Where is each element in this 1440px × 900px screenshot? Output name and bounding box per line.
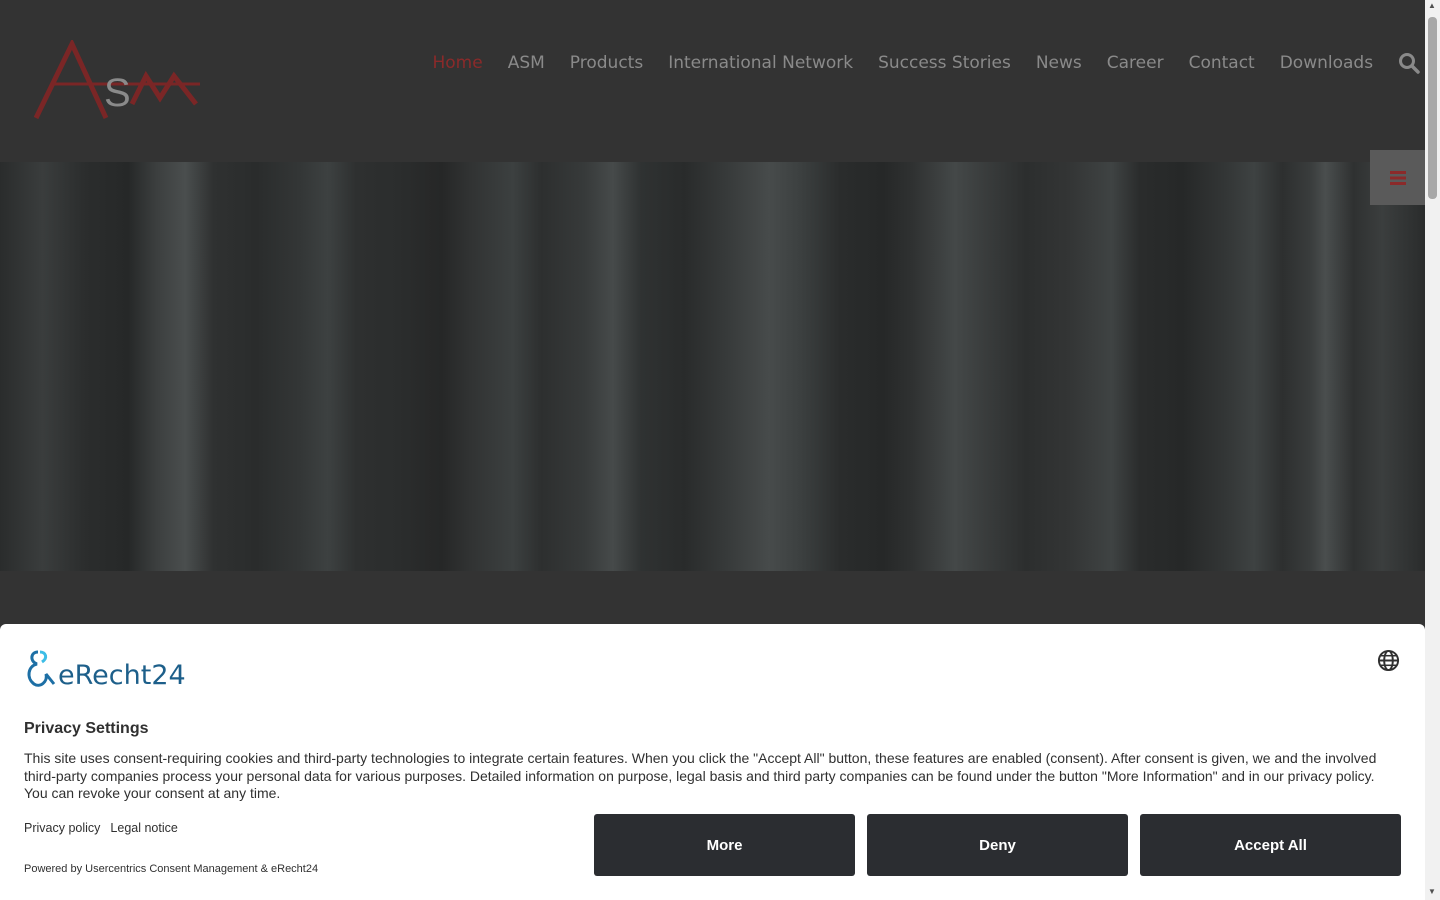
powered-by-text: Powered by Usercentrics Consent Manageme…: [24, 863, 319, 875]
consent-links: Privacy policy Legal notice: [24, 821, 188, 835]
more-button[interactable]: More: [594, 814, 855, 876]
hero-image: [0, 162, 1425, 571]
nav-downloads[interactable]: Downloads: [1280, 53, 1373, 73]
search-icon[interactable]: [1398, 52, 1420, 74]
scrollbar-thumb[interactable]: [1428, 17, 1437, 199]
consent-banner: eRecht24 Privacy Settings This site uses…: [0, 624, 1425, 900]
consent-text: This site uses consent-requiring cookies…: [24, 750, 1377, 801]
erecht24-logo: eRecht24: [27, 650, 186, 690]
consent-title: Privacy Settings: [24, 720, 149, 737]
nav-success-stories[interactable]: Success Stories: [878, 53, 1011, 73]
scroll-down-arrow-icon[interactable]: ▼: [1428, 888, 1436, 896]
page-scrollbar[interactable]: ▲ ▼: [1425, 0, 1440, 900]
nav-home[interactable]: Home: [433, 53, 483, 73]
nav-products[interactable]: Products: [570, 53, 643, 73]
side-menu-toggle[interactable]: [1370, 150, 1425, 205]
scroll-up-arrow-icon[interactable]: ▲: [1428, 2, 1436, 10]
nav-asm[interactable]: ASM: [508, 53, 545, 73]
nav-career[interactable]: Career: [1107, 53, 1164, 73]
svg-text:eRecht24: eRecht24: [58, 660, 186, 690]
privacy-policy-link[interactable]: Privacy policy: [24, 821, 100, 835]
nav-contact[interactable]: Contact: [1189, 53, 1255, 73]
page: S Home ASM Products International Networ…: [0, 0, 1425, 900]
legal-notice-link[interactable]: Legal notice: [110, 821, 177, 835]
svg-text:S: S: [104, 71, 131, 115]
nav-news[interactable]: News: [1036, 53, 1082, 73]
accept-all-button[interactable]: Accept All: [1140, 814, 1401, 876]
hamburger-icon: [1389, 170, 1406, 185]
asm-logo[interactable]: S: [34, 40, 200, 122]
nav-international-network[interactable]: International Network: [668, 53, 853, 73]
main-nav: Home ASM Products International Network …: [420, 52, 1420, 74]
globe-icon[interactable]: [1377, 649, 1400, 672]
deny-button[interactable]: Deny: [867, 814, 1128, 876]
